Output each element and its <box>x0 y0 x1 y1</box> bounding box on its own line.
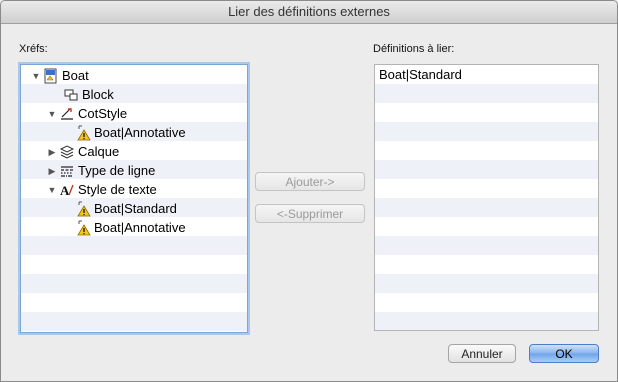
tree-row-bg <box>21 236 247 255</box>
disclosure-collapsed-icon[interactable]: ▶ <box>47 166 57 176</box>
list-row-bg <box>375 293 598 312</box>
warning-icon <box>75 220 91 236</box>
tree-row-bg <box>21 84 247 103</box>
list-row-bg <box>375 141 598 160</box>
tree-item-calque[interactable]: ▶ Calque <box>47 142 120 161</box>
block-icon <box>63 87 79 103</box>
disclosure-expanded-icon[interactable]: ▼ <box>47 185 57 195</box>
disclosure-expanded-icon[interactable]: ▼ <box>47 109 57 119</box>
tree-item-label: Boat <box>62 68 89 83</box>
disclosure-collapsed-icon[interactable]: ▶ <box>47 147 57 157</box>
list-row-bg <box>375 255 598 274</box>
list-row-bg <box>375 103 598 122</box>
tree-item-type-de-ligne[interactable]: ▶ Type de ligne <box>47 161 156 180</box>
xrefs-label: Xréfs: <box>19 43 48 55</box>
tree-item-label: Boat|Annotative <box>94 220 186 235</box>
list-row-bg <box>375 274 598 293</box>
list-row-bg <box>375 198 598 217</box>
text-style-icon: A <box>59 182 75 198</box>
definitions-label: Définitions à lier: <box>373 43 455 55</box>
tree-item-boat-annotative-2[interactable]: Boat|Annotative <box>75 218 186 237</box>
link-external-definitions-dialog: Lier des définitions externes Xréfs: ▼ B… <box>0 0 618 382</box>
tree-item-label: Calque <box>78 144 120 159</box>
definition-item[interactable]: Boat|Standard <box>379 67 462 82</box>
title-bar[interactable]: Lier des définitions externes <box>1 1 617 24</box>
tree-row-bg <box>21 255 247 274</box>
list-row-bg <box>375 236 598 255</box>
tree-item-label: Block <box>82 87 114 102</box>
list-row-bg <box>375 179 598 198</box>
warning-icon <box>75 201 91 217</box>
linetype-icon <box>59 163 75 179</box>
tree-item-style-de-texte[interactable]: ▼ A Style de texte <box>47 180 157 199</box>
tree-item-label: Boat|Standard <box>94 201 177 216</box>
tree-item-boat-annotative[interactable]: Boat|Annotative <box>75 123 186 142</box>
list-row-bg <box>375 122 598 141</box>
add-button[interactable]: Ajouter-> <box>255 172 365 191</box>
tree-row-bg <box>21 274 247 293</box>
ok-button[interactable]: OK <box>529 344 599 363</box>
svg-text:A: A <box>60 183 70 198</box>
tree-row-bg <box>21 312 247 331</box>
warning-icon <box>75 125 91 141</box>
list-row-bg <box>375 160 598 179</box>
dialog-title: Lier des définitions externes <box>228 4 390 19</box>
disclosure-expanded-icon[interactable]: ▼ <box>31 71 41 81</box>
xrefs-tree[interactable]: ▼ Boat Block ▼ CotStyle Boat|Annotative … <box>20 64 248 333</box>
layer-icon <box>59 144 75 160</box>
drawing-file-icon <box>43 68 59 84</box>
tree-item-label: CotStyle <box>78 106 128 121</box>
dimension-style-icon <box>59 106 75 122</box>
tree-item-boat-standard[interactable]: Boat|Standard <box>75 199 177 218</box>
tree-item-label: Style de texte <box>78 182 157 197</box>
tree-item-cotstyle[interactable]: ▼ CotStyle <box>47 104 128 123</box>
list-row-bg <box>375 217 598 236</box>
list-row-bg <box>375 312 598 330</box>
tree-item-label: Type de ligne <box>78 163 156 178</box>
tree-item-block[interactable]: Block <box>63 85 114 104</box>
definitions-list[interactable]: Boat|Standard <box>374 64 599 331</box>
cancel-button[interactable]: Annuler <box>448 344 516 363</box>
tree-item-label: Boat|Annotative <box>94 125 186 140</box>
remove-button[interactable]: <-Supprimer <box>255 204 365 223</box>
tree-item-boat[interactable]: ▼ Boat <box>31 66 89 85</box>
tree-row-bg <box>21 293 247 312</box>
list-row-bg <box>375 84 598 103</box>
